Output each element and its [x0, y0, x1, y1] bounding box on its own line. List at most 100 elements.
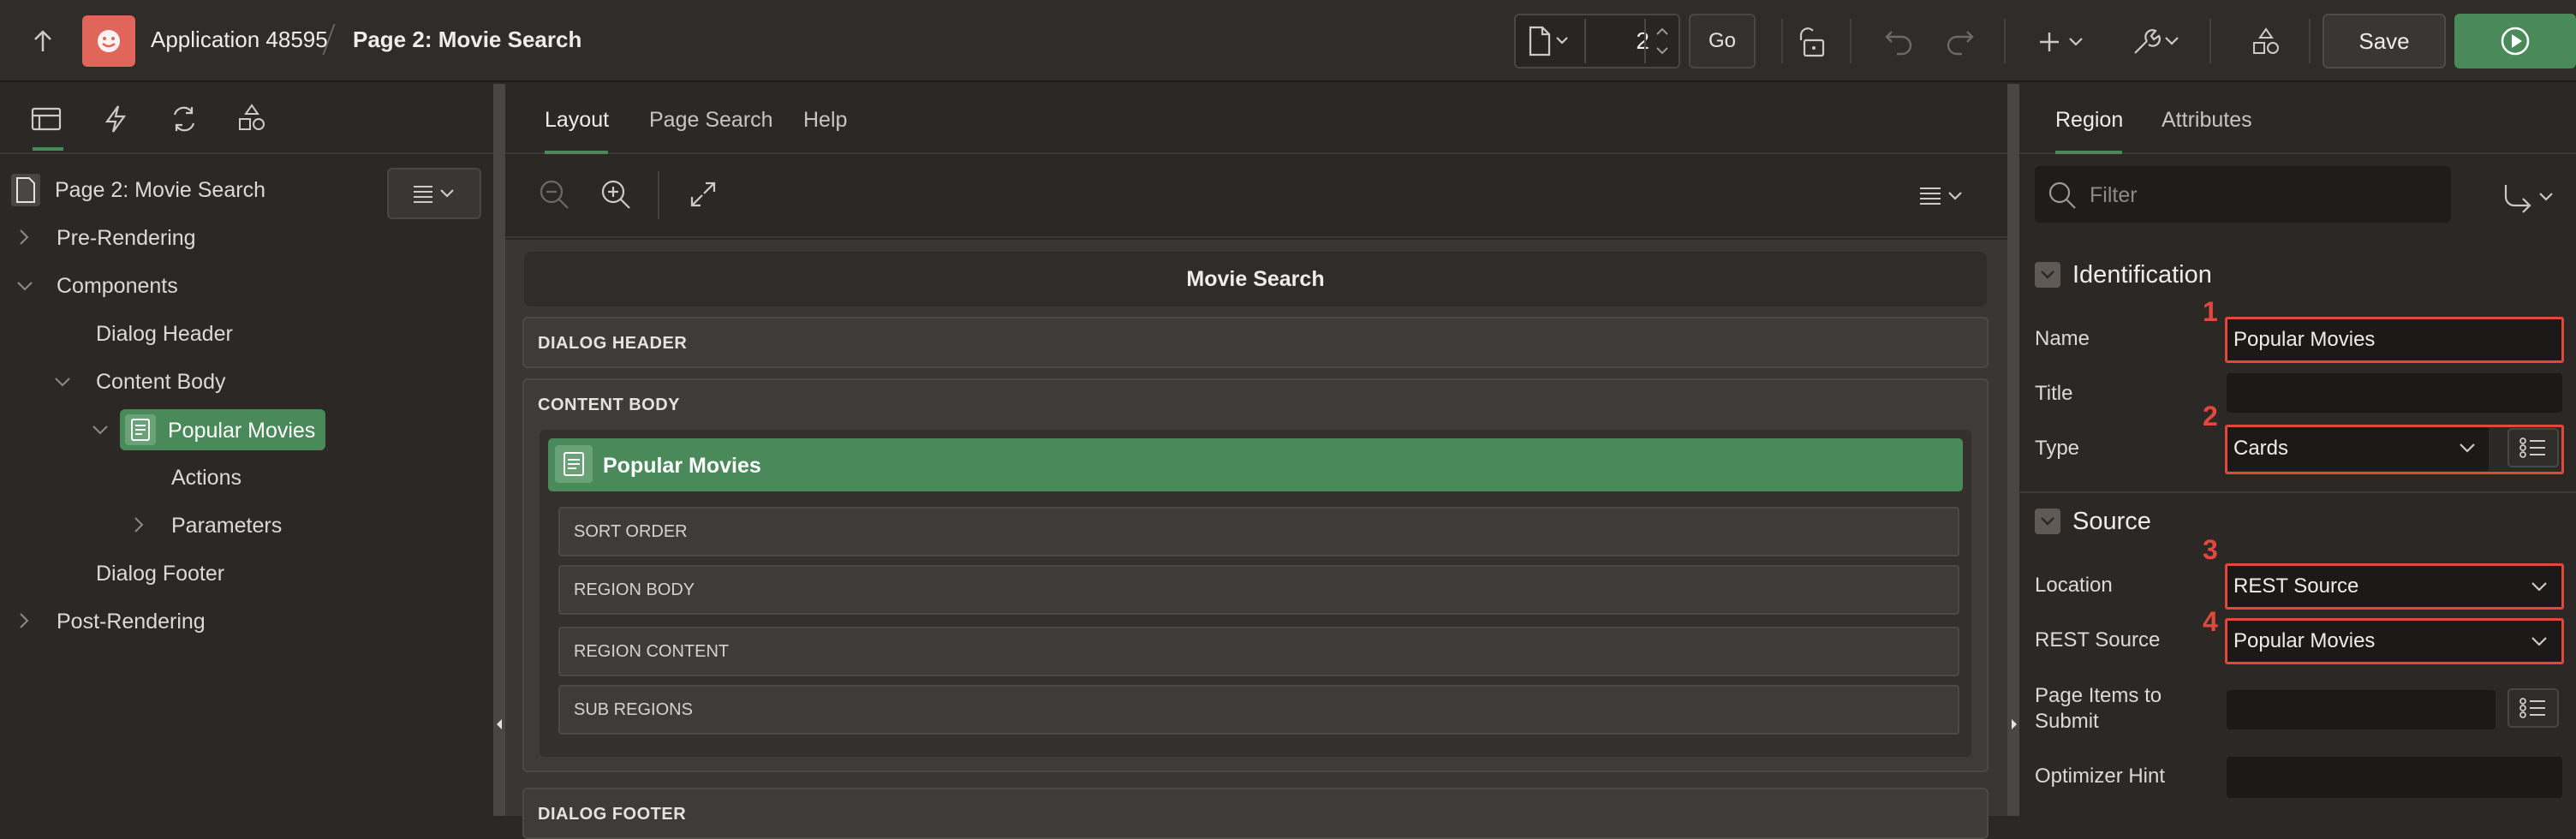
play-icon: [2501, 27, 2530, 56]
region-icon: [555, 445, 593, 483]
tab-help[interactable]: Help: [803, 108, 847, 133]
section-identification: Identification: [2072, 261, 2212, 289]
tree-item-label: Popular Movies: [168, 419, 316, 443]
run-page-button[interactable]: [2454, 14, 2576, 68]
sub-slot-region-content[interactable]: REGION CONTENT: [558, 627, 1959, 676]
page-stepper[interactable]: [1653, 22, 1672, 60]
page-doc-icon: [10, 173, 41, 207]
left-splitter[interactable]: [493, 84, 505, 816]
tree-item-post-rendering[interactable]: Post-Rendering: [57, 603, 206, 640]
chevron-down-icon: [2041, 271, 2054, 279]
tree-item-content-body[interactable]: Content Body: [96, 363, 226, 401]
tab-attributes[interactable]: Attributes: [2162, 108, 2252, 133]
highlight-box-2: [2225, 425, 2564, 474]
annotation-4: 4: [2203, 606, 2218, 637]
tree-item-pre-rendering[interactable]: Pre-Rendering: [57, 219, 196, 257]
tree-item-popular-movies[interactable]: Popular Movies: [120, 409, 325, 450]
center-tabs: Layout Page Search Help: [505, 84, 2007, 154]
chevron-down-icon[interactable]: [91, 423, 110, 437]
tree-item-dialog-header[interactable]: Dialog Header: [96, 315, 233, 353]
undo-icon[interactable]: [1881, 24, 1917, 60]
zoom-out-icon[interactable]: [538, 178, 570, 211]
title-field[interactable]: [2227, 373, 2562, 413]
type-label: Type: [2035, 437, 2080, 460]
go-button[interactable]: Go: [1689, 14, 1756, 68]
tree-item-dialog-footer[interactable]: Dialog Footer: [96, 555, 224, 592]
tab-page-search[interactable]: Page Search: [649, 108, 773, 133]
save-button[interactable]: Save: [2323, 14, 2446, 68]
region-icon: [125, 414, 156, 445]
right-splitter[interactable]: [2007, 84, 2019, 816]
page-items-label: Page Items to Submit: [2035, 684, 2162, 733]
title-label: Title: [2035, 382, 2073, 405]
processing-tab-icon[interactable]: [168, 104, 200, 134]
chevron-down-icon[interactable]: [53, 375, 72, 389]
chevron-down-icon[interactable]: [15, 279, 34, 293]
highlight-box-3: [2225, 563, 2564, 610]
collapse-source-toggle[interactable]: [2035, 509, 2060, 534]
chevron-right-icon[interactable]: [17, 611, 31, 630]
page-selector: 2: [1514, 14, 1680, 68]
expand-icon[interactable]: [689, 180, 718, 209]
sub-slot-region-body[interactable]: REGION BODY: [558, 565, 1959, 615]
chevron-right-icon[interactable]: [132, 515, 146, 534]
annotation-3: 3: [2203, 534, 2218, 565]
lock-icon[interactable]: [1793, 24, 1829, 60]
tree-menu-button[interactable]: [387, 168, 481, 219]
shared-components-icon[interactable]: [2247, 22, 2285, 60]
chevron-down-icon: [2041, 517, 2054, 526]
tree-item-components[interactable]: Components: [57, 267, 178, 305]
rest-source-label: REST Source: [2035, 628, 2161, 652]
app-name-link[interactable]: Application 48595: [151, 27, 328, 53]
layout-canvas: Movie Search DIALOG HEADER CONTENT BODY …: [505, 240, 2007, 839]
rendering-tab-icon[interactable]: [31, 106, 62, 132]
page-items-field[interactable]: [2227, 690, 2496, 729]
rendering-tree-panel: Page 2: Movie Search Pre-Rendering Compo…: [0, 84, 493, 816]
left-panel-tabs: [0, 84, 493, 154]
layout-menu-icon[interactable]: [1918, 185, 1966, 207]
page-number-input[interactable]: 2: [1601, 27, 1649, 55]
region-header[interactable]: Popular Movies: [548, 438, 1963, 491]
region-title: Popular Movies: [603, 454, 761, 478]
sub-slot-sub-regions[interactable]: SUB REGIONS: [558, 685, 1959, 735]
wrench-menu-icon[interactable]: [2129, 22, 2185, 60]
app-logo-icon[interactable]: [82, 15, 135, 67]
dialog-footer-label: DIALOG FOOTER: [538, 805, 687, 824]
annotation-2: 2: [2203, 401, 2218, 431]
list-icon: [2519, 698, 2545, 718]
optimizer-hint-field[interactable]: [2227, 757, 2562, 798]
tab-region[interactable]: Region: [2055, 108, 2123, 133]
property-editor-panel: Region Attributes Filter Identification …: [2019, 84, 2576, 816]
tree-root-page[interactable]: Page 2: Movie Search: [55, 171, 265, 209]
tab-layout[interactable]: Layout: [545, 108, 609, 133]
dialog-title-bar: Movie Search: [524, 252, 1987, 306]
optimizer-hint-label: Optimizer Hint: [2035, 765, 2166, 788]
dialog-header-label: DIALOG HEADER: [538, 334, 688, 353]
shared-components-tab-icon[interactable]: [236, 103, 267, 134]
highlight-box-4: [2225, 618, 2564, 664]
chevron-right-icon[interactable]: [17, 228, 31, 247]
annotation-1: 1: [2203, 296, 2218, 327]
layout-panel: Layout Page Search Help Movie Search DIA…: [505, 84, 2007, 839]
dynamic-actions-tab-icon[interactable]: [103, 104, 128, 134]
right-panel-tabs: Region Attributes: [2019, 84, 2576, 154]
page-items-list-button[interactable]: [2507, 688, 2559, 728]
up-arrow-icon[interactable]: [26, 24, 60, 58]
top-toolbar: Application 48595 Page 2: Movie Search 2…: [0, 0, 2576, 82]
property-filter-input[interactable]: Filter: [2035, 166, 2451, 223]
tree-item-actions[interactable]: Actions: [171, 459, 242, 497]
zoom-in-icon[interactable]: [599, 178, 632, 211]
dialog-header-slot[interactable]: DIALOG HEADER: [522, 317, 1989, 368]
location-label: Location: [2035, 574, 2113, 597]
collapse-identification-toggle[interactable]: [2035, 262, 2060, 288]
go-to-group-icon[interactable]: [2501, 180, 2561, 214]
layout-toolbar: [505, 156, 2007, 238]
hamburger-icon: [414, 186, 454, 203]
page-icon[interactable]: [1528, 26, 1571, 57]
dialog-footer-slot[interactable]: DIALOG FOOTER: [522, 788, 1989, 839]
tree-item-parameters[interactable]: Parameters: [171, 507, 282, 544]
redo-icon[interactable]: [1942, 24, 1978, 60]
create-menu-icon[interactable]: [2035, 24, 2091, 60]
name-label: Name: [2035, 327, 2090, 350]
sub-slot-sort-order[interactable]: SORT ORDER: [558, 507, 1959, 556]
